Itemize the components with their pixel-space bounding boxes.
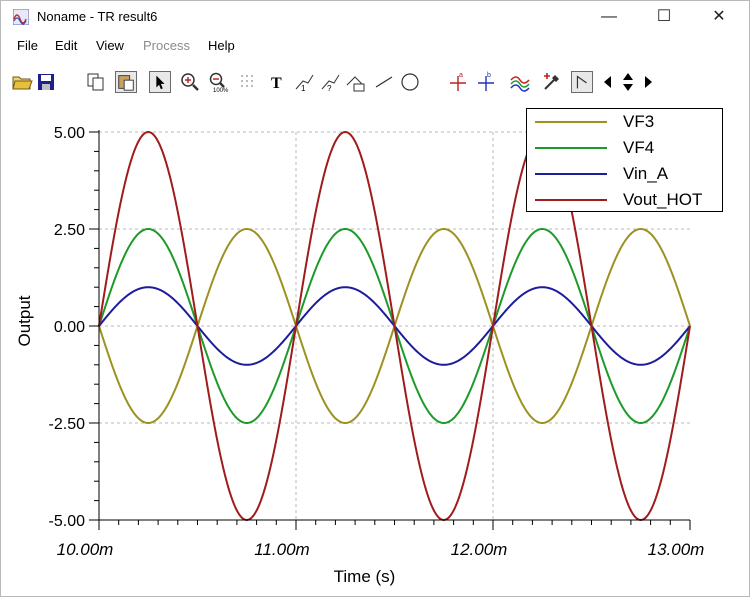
- legend-label-vout-hot: Vout_HOT: [623, 190, 703, 209]
- save-icon[interactable]: [35, 71, 57, 93]
- toolbar: 100% T 1 ? a b: [1, 65, 749, 101]
- menu-file[interactable]: File: [17, 38, 38, 53]
- result-window: Noname - TR result6 — ☐ ✕ File Edit View…: [0, 0, 750, 597]
- select-arrow-icon[interactable]: [149, 71, 171, 93]
- legend-item-vf3: VF3: [527, 109, 722, 135]
- y-tick-label: 5.00: [54, 125, 85, 142]
- zoom-100-icon[interactable]: 100%: [207, 71, 229, 93]
- menu-process[interactable]: Process: [143, 38, 190, 53]
- menu-bar: File Edit View Process Help: [1, 34, 749, 56]
- legend-label-vin-a: Vin_A: [623, 164, 669, 183]
- y-tick-label: 0.00: [54, 319, 85, 336]
- svg-text:T: T: [271, 75, 282, 92]
- legend-swatch-vf3: [535, 121, 607, 123]
- label-tool-icon[interactable]: 1: [293, 71, 315, 93]
- legend-swatch-vout-hot: [535, 199, 607, 201]
- svg-text:?: ?: [327, 84, 332, 93]
- grid-icon[interactable]: [237, 71, 259, 93]
- x-tick-label: 11.00m: [254, 540, 309, 559]
- menu-help[interactable]: Help: [208, 38, 235, 53]
- cursor-a-icon[interactable]: a: [447, 71, 469, 93]
- copy-icon[interactable]: [85, 71, 107, 93]
- nav-right-icon[interactable]: [641, 71, 655, 93]
- cursor-b-icon[interactable]: b: [475, 71, 497, 93]
- annotation-icon[interactable]: [345, 71, 367, 93]
- legend-label-vf3: VF3: [623, 112, 655, 131]
- svg-text:1: 1: [301, 84, 306, 93]
- title-bar[interactable]: Noname - TR result6 — ☐ ✕: [1, 1, 749, 33]
- y-axis-label: Output: [15, 295, 34, 346]
- label-tool-2-icon[interactable]: ?: [319, 71, 341, 93]
- probe-icon[interactable]: [541, 71, 563, 93]
- open-icon[interactable]: [11, 71, 33, 93]
- legend-swatch-vin-a: [535, 173, 607, 175]
- y-tick-label: 2.50: [54, 222, 85, 239]
- y-tick-label: -5.00: [49, 513, 86, 530]
- x-tick-label: 10.00m: [57, 540, 114, 559]
- menu-edit[interactable]: Edit: [55, 38, 77, 53]
- app-icon: [13, 9, 29, 25]
- x-tick-label: 13.00m: [648, 540, 705, 559]
- svg-text:b: b: [487, 72, 491, 79]
- legend-item-vin-a: Vin_A: [527, 161, 722, 187]
- marker-icon[interactable]: [571, 71, 593, 93]
- legend-item-vf4: VF4: [527, 135, 722, 161]
- legend-item-vout-hot: Vout_HOT: [527, 187, 722, 213]
- paste-icon[interactable]: [115, 71, 137, 93]
- window-title: Noname - TR result6: [37, 9, 158, 24]
- legend[interactable]: VF3 VF4 Vin_A Vout_HOT: [526, 108, 723, 212]
- svg-text:a: a: [459, 72, 463, 79]
- text-tool-icon[interactable]: T: [267, 71, 289, 93]
- x-axis-label: Time (s): [334, 567, 396, 586]
- nav-updown-icon[interactable]: [621, 71, 635, 93]
- line-tool-icon[interactable]: [373, 71, 395, 93]
- menu-view[interactable]: View: [96, 38, 124, 53]
- legend-swatch-vf4: [535, 147, 607, 149]
- x-tick-label: 12.00m: [451, 540, 508, 559]
- nav-left-icon[interactable]: [601, 71, 615, 93]
- close-button[interactable]: ✕: [699, 5, 739, 29]
- zoom-in-icon[interactable]: [179, 71, 201, 93]
- maximize-button[interactable]: ☐: [644, 5, 684, 29]
- curves-icon[interactable]: [509, 71, 531, 93]
- svg-text:100%: 100%: [213, 88, 229, 93]
- circle-tool-icon[interactable]: [399, 71, 421, 93]
- minimize-button[interactable]: —: [589, 5, 629, 29]
- legend-label-vf4: VF4: [623, 138, 655, 157]
- y-tick-label: -2.50: [49, 416, 86, 433]
